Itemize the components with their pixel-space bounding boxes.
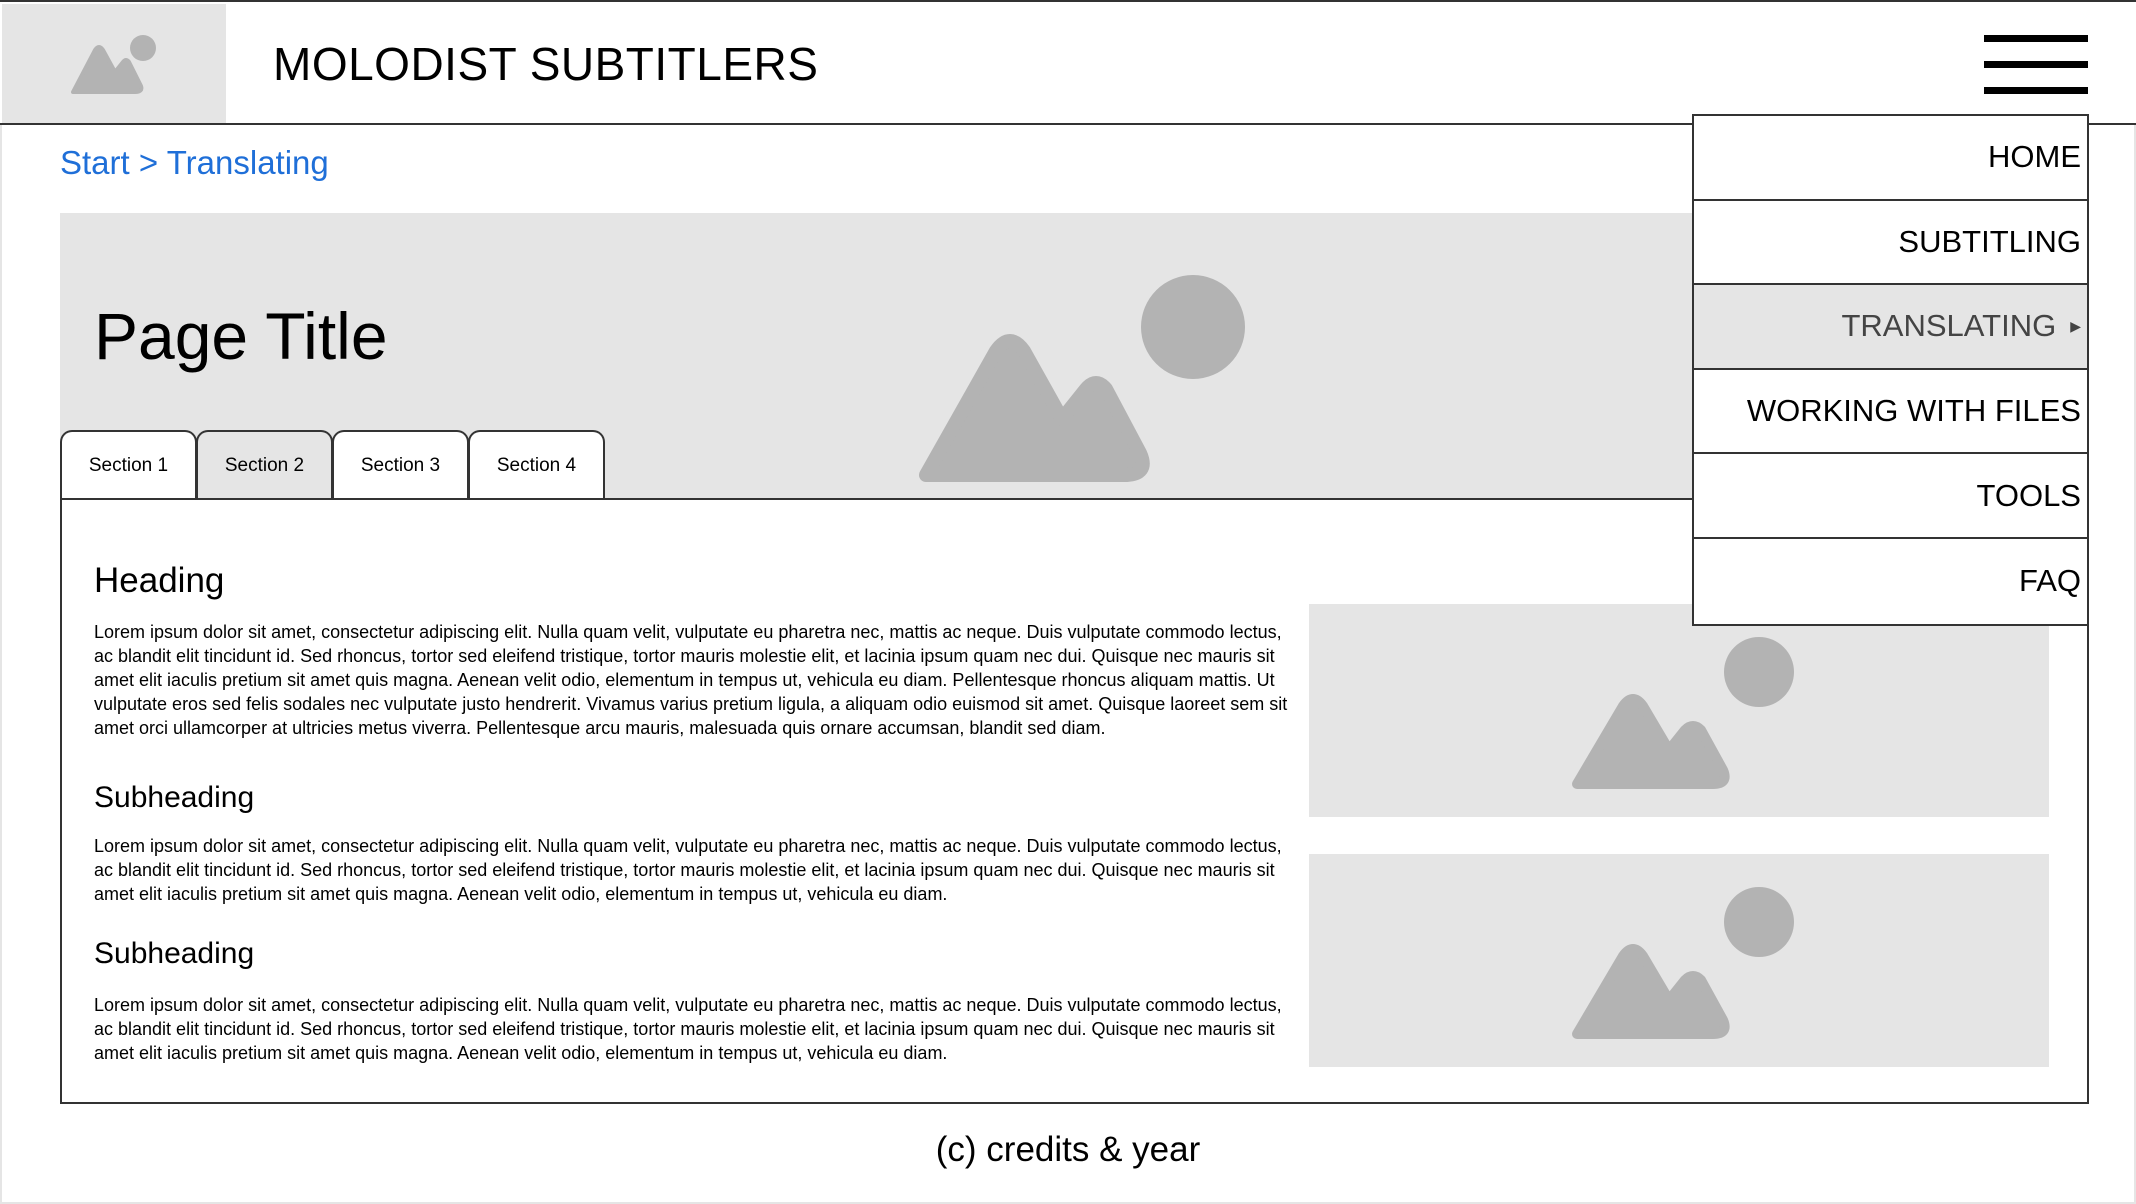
menu-item-subtitling[interactable]: SUBTITLING	[1694, 200, 2087, 286]
hamburger-line	[1984, 87, 2088, 94]
menu-item-label: FAQ	[2018, 563, 2081, 599]
image-placeholder-icon	[1572, 637, 1794, 789]
footer-credits: (c) credits & year	[935, 1130, 1201, 1169]
breadcrumb-translating[interactable]: Translating	[167, 144, 329, 181]
triangle-right-icon: ▶	[2070, 317, 2081, 334]
site-title: MOLODIST SUBTITLERS	[273, 38, 819, 90]
menu-item-tools[interactable]: TOOLS	[1694, 454, 2087, 539]
breadcrumb: Start > Translating	[60, 143, 329, 183]
tab-section-3[interactable]: Section 3	[332, 430, 469, 500]
content-paragraph: Lorem ipsum dolor sit amet, consectetur …	[94, 995, 1282, 1063]
menu-item-label: TOOLS	[1976, 477, 2081, 513]
logo[interactable]	[2, 4, 226, 123]
hamburger-menu-icon[interactable]	[1984, 32, 2088, 96]
tab-section-1[interactable]: Section 1	[60, 430, 197, 500]
menu-item-faq[interactable]: FAQ	[1694, 538, 2087, 624]
menu-item-label: TRANSLATING	[1841, 308, 2057, 344]
image-placeholder-icon	[71, 35, 156, 94]
content-heading: Heading	[94, 561, 225, 600]
page-title: Page Title	[94, 299, 388, 373]
content-paragraph: Lorem ipsum dolor sit amet, consectetur …	[94, 836, 1282, 904]
image-placeholder-icon	[919, 275, 1245, 482]
menu-item-translating[interactable]: TRANSLATING ▶	[1694, 285, 2087, 370]
hamburger-line	[1984, 35, 2088, 42]
menu-item-working-with-files[interactable]: WORKING WITH FILES	[1694, 369, 2087, 455]
image-placeholder	[1309, 854, 2049, 1067]
content-subheading: Subheading	[94, 937, 255, 970]
nav-dropdown-menu: HOME SUBTITLING TRANSLATING ▶ WORKING WI…	[1692, 114, 2089, 626]
tab-section-2[interactable]: Section 2	[196, 430, 333, 500]
menu-item-label: HOME	[1988, 139, 2081, 175]
menu-item-label: WORKING WITH FILES	[1746, 393, 2081, 429]
image-placeholder	[1309, 604, 2049, 817]
breadcrumb-separator: >	[138, 144, 159, 181]
menu-item-home[interactable]: HOME	[1694, 116, 2087, 201]
content-subheading: Subheading	[94, 781, 255, 814]
site-header: MOLODIST SUBTITLERS	[0, 0, 2136, 125]
image-placeholder-icon	[1572, 887, 1794, 1039]
hamburger-line	[1984, 61, 2088, 68]
breadcrumb-start[interactable]: Start	[60, 144, 130, 181]
menu-item-label: SUBTITLING	[1898, 223, 2081, 259]
content-paragraph: Lorem ipsum dolor sit amet, consectetur …	[94, 622, 1288, 738]
tab-section-4[interactable]: Section 4	[468, 430, 605, 500]
